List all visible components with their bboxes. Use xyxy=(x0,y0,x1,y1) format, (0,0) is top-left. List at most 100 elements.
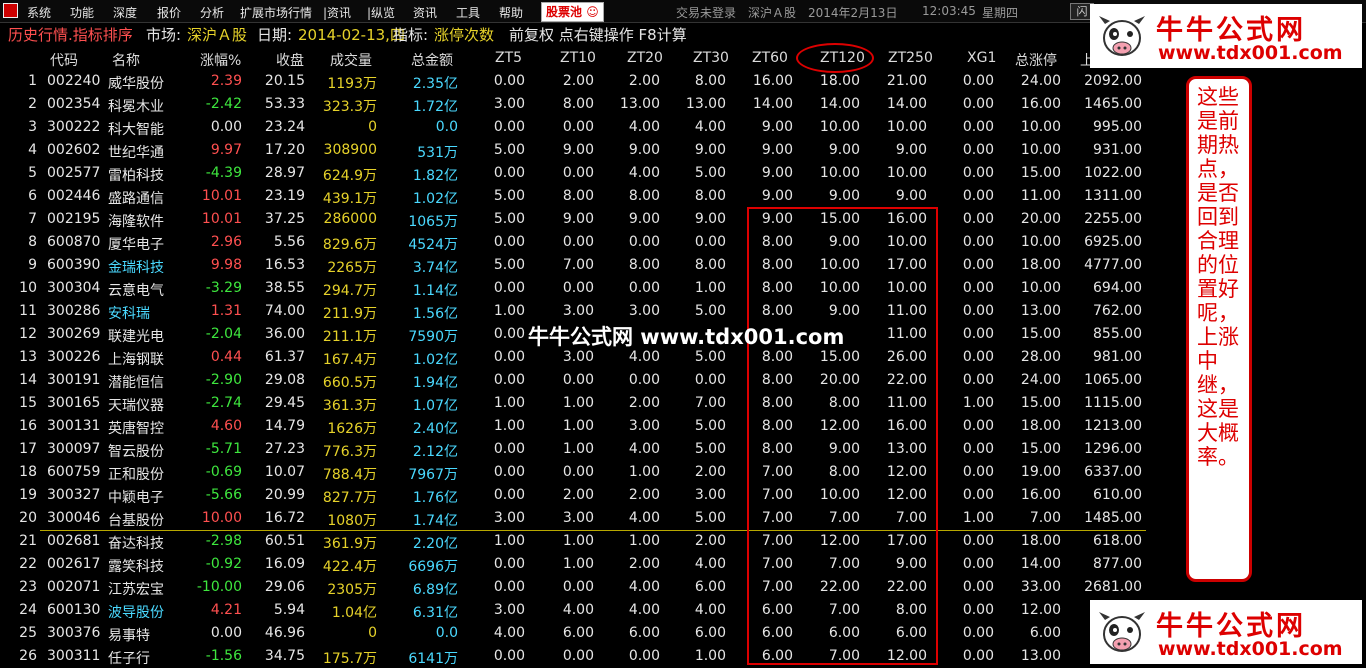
menu-news-1[interactable]: |资讯 xyxy=(323,4,351,21)
volume: 167.4万 xyxy=(323,349,377,369)
amount-unit: 万 xyxy=(444,214,458,230)
zt30-value: 3.00 xyxy=(694,487,726,503)
xg1-value: 0.00 xyxy=(962,648,994,664)
zt5-value: 0.00 xyxy=(493,556,525,572)
menu-overview[interactable]: |纵览 xyxy=(367,4,395,21)
date-value[interactable]: 2014-02-13,四 xyxy=(298,24,405,45)
table-row[interactable]: 6 002446 盛路通信 10.01 23.19 439.1万 1.02亿 5.00 8.00… xyxy=(0,185,1146,208)
table-row[interactable]: 1 002240 威华股份 2.39 20.15 1193万 2.35亿 0.00 2.00 2.… xyxy=(0,70,1146,93)
zt10-value: 0.00 xyxy=(562,280,594,296)
row-index: 13 xyxy=(19,349,37,365)
volume-unit: 万 xyxy=(363,536,377,552)
menu-news-2[interactable]: 资讯 xyxy=(413,4,437,21)
menu-system[interactable]: 系统 xyxy=(27,4,51,21)
table-row[interactable]: 8 600870 厦华电子 2.96 5.56 829.6万 4524万 0.00 0.00 0.… xyxy=(0,231,1146,254)
next-value: 855.00 xyxy=(1093,326,1142,342)
column-header-zt20[interactable]: ZT20 xyxy=(627,50,663,66)
table-row[interactable]: 3 300222 科大智能 0.00 23.24 0 0.0 0.00 0.00 4.00 4.00… xyxy=(0,116,1146,139)
zt10-value: 0.00 xyxy=(562,234,594,250)
column-header-volume[interactable]: 成交量 xyxy=(330,50,372,70)
zt10-value: 1.00 xyxy=(562,556,594,572)
table-row[interactable]: 24 600130 波导股份 4.21 5.94 1.04亿 6.31亿 3.00 4.00 4.… xyxy=(0,599,1146,622)
table-row[interactable]: 4 002602 世纪华通 9.97 17.20 308900 531万 5.00 9.00 9.… xyxy=(0,139,1146,162)
stock-code: 002602 xyxy=(47,142,101,158)
column-header-total-zt[interactable]: 总涨停 xyxy=(1015,50,1057,70)
table-row[interactable]: 26 300311 任子行 -1.56 34.75 175.7万 6141万 0.00 0.00… xyxy=(0,645,1146,668)
close-price: 27.23 xyxy=(264,441,305,457)
table-row[interactable]: 25 300376 易事特 0.00 46.96 0 0.0 4.00 6.00 6.00 6.00… xyxy=(0,622,1146,645)
menu-ext-market[interactable]: 扩展市场行情 xyxy=(240,4,312,21)
menu-depth[interactable]: 深度 xyxy=(113,4,137,21)
column-header-zt250[interactable]: ZT250 xyxy=(888,50,933,66)
table-row[interactable]: 21 002681 奋达科技 -2.98 60.51 361.9万 2.20亿 1.00 1.0… xyxy=(0,530,1146,553)
column-header-zt10[interactable]: ZT10 xyxy=(560,50,596,66)
table-row[interactable]: 16 300131 英唐智控 4.60 14.79 1626万 2.40亿 1.00 1.00 3… xyxy=(0,415,1146,438)
table-row[interactable]: 7 002195 海隆软件 10.01 37.25 286000 1065万 5.00 9.00… xyxy=(0,208,1146,231)
table-row[interactable]: 5 002577 雷柏科技 -4.39 28.97 624.9万 1.82亿 0.00 0.00… xyxy=(0,162,1146,185)
column-header-close[interactable]: 收盘 xyxy=(276,50,304,70)
close-price: 36.00 xyxy=(264,326,305,342)
volume-value: 211.9 xyxy=(322,306,363,322)
table-row[interactable]: 17 300097 智云股份 -5.71 27.23 776.3万 2.12亿 0.00 1.0… xyxy=(0,438,1146,461)
stock-name: 联建光电 xyxy=(108,329,164,345)
column-header-name[interactable]: 名称 xyxy=(112,50,140,70)
stock-code: 300222 xyxy=(47,119,101,135)
column-header-code[interactable]: 代码 xyxy=(50,50,78,70)
menu-analysis[interactable]: 分析 xyxy=(200,4,224,21)
table-row[interactable]: 11 300286 安科瑞 1.31 74.00 211.9万 1.56亿 1.00 3.00 3… xyxy=(0,300,1146,323)
table-row[interactable]: 18 600759 正和股份 -0.69 10.07 788.4万 7967万 0.00 0.0… xyxy=(0,461,1146,484)
watermark: 牛牛公式网 www.tdx001.com xyxy=(528,325,845,349)
column-header-zt5[interactable]: ZT5 xyxy=(495,50,522,66)
close-price: 29.08 xyxy=(264,372,305,388)
zt5-value: 0.00 xyxy=(493,648,525,664)
annotation-note-text: 这些是前期热点，是否回到合理的位置好呢，上涨中继，这是大概率。 xyxy=(1197,85,1239,469)
row-index: 12 xyxy=(19,326,37,342)
menu-tools[interactable]: 工具 xyxy=(456,4,480,21)
zt-columns-box-annotation xyxy=(747,207,938,665)
table-row[interactable]: 23 002071 江苏宏宝 -10.00 29.06 2305万 6.89亿 0.00 0.0… xyxy=(0,576,1146,599)
volume-unit: 万 xyxy=(363,490,377,506)
zt5-value: 5.00 xyxy=(493,211,525,227)
login-status: 交易未登录 xyxy=(676,6,737,20)
change-pct: 4.60 xyxy=(210,418,242,434)
menu-function[interactable]: 功能 xyxy=(70,4,94,21)
menu-help[interactable]: 帮助 xyxy=(499,4,523,21)
amount: 1.02亿 xyxy=(413,188,458,208)
table-row[interactable]: 2 002354 科冕木业 -2.42 53.33 323.3万 1.72亿 3.00 8.00… xyxy=(0,93,1146,116)
view-mode-label: 历史行情.指标排序 xyxy=(8,26,133,44)
close-price: 14.79 xyxy=(264,418,305,434)
stock-code: 300191 xyxy=(47,372,101,388)
zt250-value: 10.00 xyxy=(886,119,927,135)
amount: 1.02亿 xyxy=(413,349,458,369)
table-row[interactable]: 9 600390 金瑞科技 9.98 16.53 2265万 3.74亿 5.00 7.00 8.… xyxy=(0,254,1146,277)
amount-value: 2.12 xyxy=(412,444,444,460)
amount-value: 2.20 xyxy=(412,536,444,552)
app-logo-icon xyxy=(3,3,18,18)
next-value: 981.00 xyxy=(1093,349,1142,365)
stock-code: 002577 xyxy=(47,165,101,181)
table-row[interactable]: 14 300191 潜能恒信 -2.90 29.08 660.5万 1.94亿 0.00 0.0… xyxy=(0,369,1146,392)
zt30-value: 13.00 xyxy=(685,96,726,112)
table-row[interactable]: 15 300165 天瑞仪器 -2.74 29.45 361.3万 1.07亿 1.00 1.0… xyxy=(0,392,1146,415)
next-value: 1311.00 xyxy=(1084,188,1142,204)
column-header-xg1[interactable]: XG1 xyxy=(967,50,996,66)
column-header-zt30[interactable]: ZT30 xyxy=(693,50,729,66)
stock-name: 英唐智控 xyxy=(108,421,164,437)
row-index: 18 xyxy=(19,464,37,480)
table-row[interactable]: 19 300327 中颖电子 -5.66 20.99 827.7万 1.76亿 0.00 2.0… xyxy=(0,484,1146,507)
indicator-value[interactable]: 涨停次数 xyxy=(434,24,494,45)
table-row[interactable]: 10 300304 云意电气 -3.29 38.55 294.7万 1.14亿 0.00 0.0… xyxy=(0,277,1146,300)
stock-pool-button[interactable]: 股票池 ☺ xyxy=(541,2,604,22)
stock-name: 台基股份 xyxy=(108,513,164,529)
menu-quote[interactable]: 报价 xyxy=(157,4,181,21)
table-row[interactable]: 22 002617 露笑科技 -0.92 16.09 422.4万 6696万 0.00 1.0… xyxy=(0,553,1146,576)
amount-value: 1.94 xyxy=(412,375,444,391)
column-header-zt60[interactable]: ZT60 xyxy=(752,50,788,66)
table-row[interactable]: 20 300046 台基股份 10.00 16.72 1080万 1.74亿 3.00 3.00… xyxy=(0,507,1146,530)
column-header-change-pct[interactable]: 涨幅% xyxy=(200,50,241,70)
column-header-amount[interactable]: 总金额 xyxy=(411,50,453,70)
zt250-value: 9.00 xyxy=(895,188,927,204)
market-value[interactable]: 深沪Ａ股 xyxy=(187,24,247,45)
amount: 6696万 xyxy=(408,556,458,576)
zt30-value: 6.00 xyxy=(694,625,726,641)
